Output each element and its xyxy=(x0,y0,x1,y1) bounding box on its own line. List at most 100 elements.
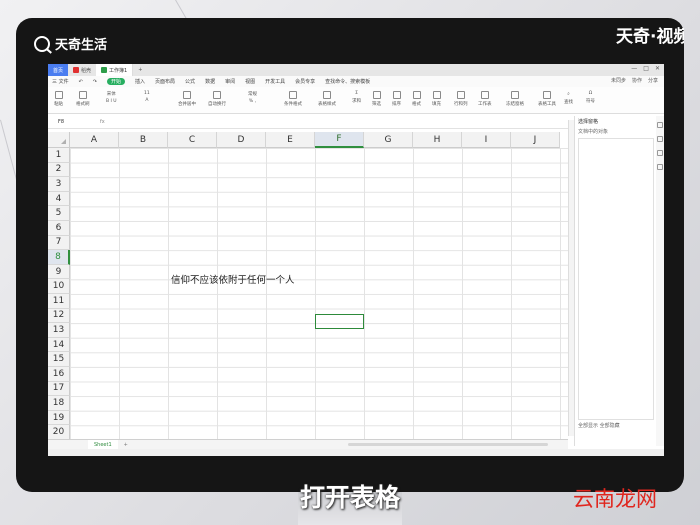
row-header-4[interactable]: 4 xyxy=(48,191,70,207)
menu-undo-icon[interactable]: ↶ xyxy=(79,79,83,85)
row-header-19[interactable]: 19 xyxy=(48,410,70,426)
row-header-10[interactable]: 10 xyxy=(48,279,70,294)
column-header-g[interactable]: G xyxy=(364,132,413,148)
row-header-12[interactable]: 12 xyxy=(48,308,70,324)
worksheet-grid-area: ABCDEFGHIJ 1 2 3 4 5 6 7 8 9 10 11 12 13 14 15 16 17 18 19… xyxy=(48,132,568,440)
column-header-f[interactable]: F xyxy=(315,132,364,148)
row-header-8[interactable]: 8 xyxy=(48,250,70,265)
share-button[interactable]: 分享 xyxy=(648,77,658,84)
ribbon-filter[interactable]: 筛选 xyxy=(372,91,381,107)
menu-redo-icon[interactable]: ↷ xyxy=(93,79,97,85)
ribbon-font-size[interactable]: 11 A xyxy=(144,91,150,103)
row-header-5[interactable]: 5 xyxy=(48,206,70,221)
app-tab-bar: 首页 稻壳 工作簿1 + — □ ✕ xyxy=(48,64,664,76)
name-box[interactable]: F8 xyxy=(48,119,100,125)
menu-member[interactable]: 会员专享 xyxy=(295,78,315,85)
column-header-e[interactable]: E xyxy=(266,132,315,148)
cell-grid[interactable] xyxy=(70,148,568,440)
cell-c5-text[interactable]: 信仰不应该依附于任何一个人 xyxy=(171,272,295,286)
column-header-b[interactable]: B xyxy=(119,132,168,148)
ribbon-freeze-panes[interactable]: 冻结窗格 xyxy=(506,91,524,107)
ribbon-filter-label: 筛选 xyxy=(372,102,381,107)
selection-pane-footer[interactable]: 全部显示 全部隐藏 xyxy=(578,422,620,429)
column-header-h[interactable]: H xyxy=(413,132,462,148)
row-header-15[interactable]: 15 xyxy=(48,352,70,367)
select-all-corner[interactable] xyxy=(48,132,70,148)
menu-insert[interactable]: 插入 xyxy=(135,78,145,85)
close-icon[interactable]: ✕ xyxy=(655,65,660,72)
ribbon-table-tools[interactable]: 表格工具 xyxy=(538,91,556,107)
active-cell-f8[interactable] xyxy=(315,314,364,329)
row-header-9[interactable]: 9 xyxy=(48,264,70,280)
row-header-18[interactable]: 18 xyxy=(48,396,70,411)
ribbon-paste[interactable]: 粘贴 xyxy=(54,91,63,107)
tab-docer[interactable]: 稻壳 xyxy=(68,64,96,76)
fx-button[interactable]: fx xyxy=(100,119,120,125)
horizontal-scrollbar[interactable] xyxy=(348,443,548,446)
status-bar xyxy=(48,449,664,456)
formula-input[interactable] xyxy=(120,117,568,127)
menu-data[interactable]: 数据 xyxy=(205,78,215,85)
font-color-icon: A xyxy=(145,98,149,103)
column-header-d[interactable]: D xyxy=(217,132,266,148)
menu-search-command[interactable]: 查找命令、搜索模板 xyxy=(325,78,370,85)
menu-review[interactable]: 审阅 xyxy=(225,78,235,85)
menu-developer[interactable]: 开发工具 xyxy=(265,78,285,85)
sidebar-shape-icon[interactable] xyxy=(657,164,663,170)
ribbon-merge-center[interactable]: 合并居中 xyxy=(178,91,196,107)
menu-file[interactable]: 三 文件 xyxy=(52,78,69,85)
tab-workbook[interactable]: 工作簿1 xyxy=(96,64,134,76)
ribbon-rows-columns[interactable]: 行和列 xyxy=(454,91,468,107)
menu-home[interactable]: 开始 xyxy=(107,78,126,85)
row-header-2[interactable]: 2 xyxy=(48,162,70,178)
sum-icon: Σ xyxy=(355,91,358,96)
bold-italic-icon: B I U xyxy=(106,99,117,104)
minimize-icon[interactable]: — xyxy=(631,65,637,72)
sidebar-select-icon[interactable] xyxy=(657,122,663,128)
row-header-16[interactable]: 16 xyxy=(48,367,70,382)
row-header-14[interactable]: 14 xyxy=(48,337,70,353)
row-header-17[interactable]: 17 xyxy=(48,381,70,397)
menu-formulas[interactable]: 公式 xyxy=(185,78,195,85)
sidebar-property-icon[interactable] xyxy=(657,136,663,142)
column-header-c[interactable]: C xyxy=(168,132,217,148)
collaborate-button[interactable]: 协作 xyxy=(632,77,642,84)
ribbon-number-format[interactable]: 常规 % , xyxy=(248,91,257,104)
ribbon-fill[interactable]: 填充 xyxy=(432,91,441,107)
row-header-1[interactable]: 1 xyxy=(48,148,70,163)
row-header-7[interactable]: 7 xyxy=(48,235,70,251)
ribbon-sum[interactable]: Σ 求和 xyxy=(352,91,361,104)
tab-home[interactable]: 首页 xyxy=(48,64,69,76)
column-header-j[interactable]: J xyxy=(511,132,560,148)
ribbon-symbol[interactable]: Ω 符号 xyxy=(586,91,595,104)
maximize-icon[interactable]: □ xyxy=(643,65,649,72)
menu-view[interactable]: 视图 xyxy=(245,78,255,85)
add-sheet-button[interactable]: + xyxy=(124,442,128,448)
column-header-i[interactable]: I xyxy=(462,132,511,148)
selection-pane-list[interactable] xyxy=(578,138,654,420)
ribbon-sort[interactable]: 排序 xyxy=(392,91,401,107)
ribbon-format[interactable]: 格式 xyxy=(412,91,421,107)
sync-status[interactable]: 未同步 xyxy=(611,77,626,84)
ribbon-format-painter[interactable]: 格式刷 xyxy=(76,91,90,107)
ribbon-wrap-text[interactable]: 自动换行 xyxy=(208,91,226,107)
ribbon-table-style[interactable]: 表格样式 xyxy=(318,91,336,107)
row-header-20[interactable]: 20 xyxy=(48,425,70,440)
freeze-icon xyxy=(511,91,519,99)
ribbon-find[interactable]: ⌕ 查找 xyxy=(564,91,573,105)
menu-page-layout[interactable]: 页面布局 xyxy=(155,78,175,85)
number-format-value: 常规 xyxy=(248,92,257,97)
new-tab-button[interactable]: + xyxy=(133,64,147,76)
table-style-icon xyxy=(323,91,331,99)
wrap-icon xyxy=(213,91,221,99)
sidebar-style-icon[interactable] xyxy=(657,150,663,156)
row-header-3[interactable]: 3 xyxy=(48,177,70,192)
row-header-13[interactable]: 13 xyxy=(48,323,70,338)
ribbon-conditional-format[interactable]: 条件格式 xyxy=(284,91,302,107)
row-header-6[interactable]: 6 xyxy=(48,221,70,236)
column-header-a[interactable]: A xyxy=(70,132,119,148)
ribbon-font-name[interactable]: 宋体 B I U xyxy=(106,91,117,104)
ribbon-worksheet[interactable]: 工作表 xyxy=(478,91,492,107)
row-header-11[interactable]: 11 xyxy=(48,294,70,309)
conditional-format-icon xyxy=(289,91,297,99)
